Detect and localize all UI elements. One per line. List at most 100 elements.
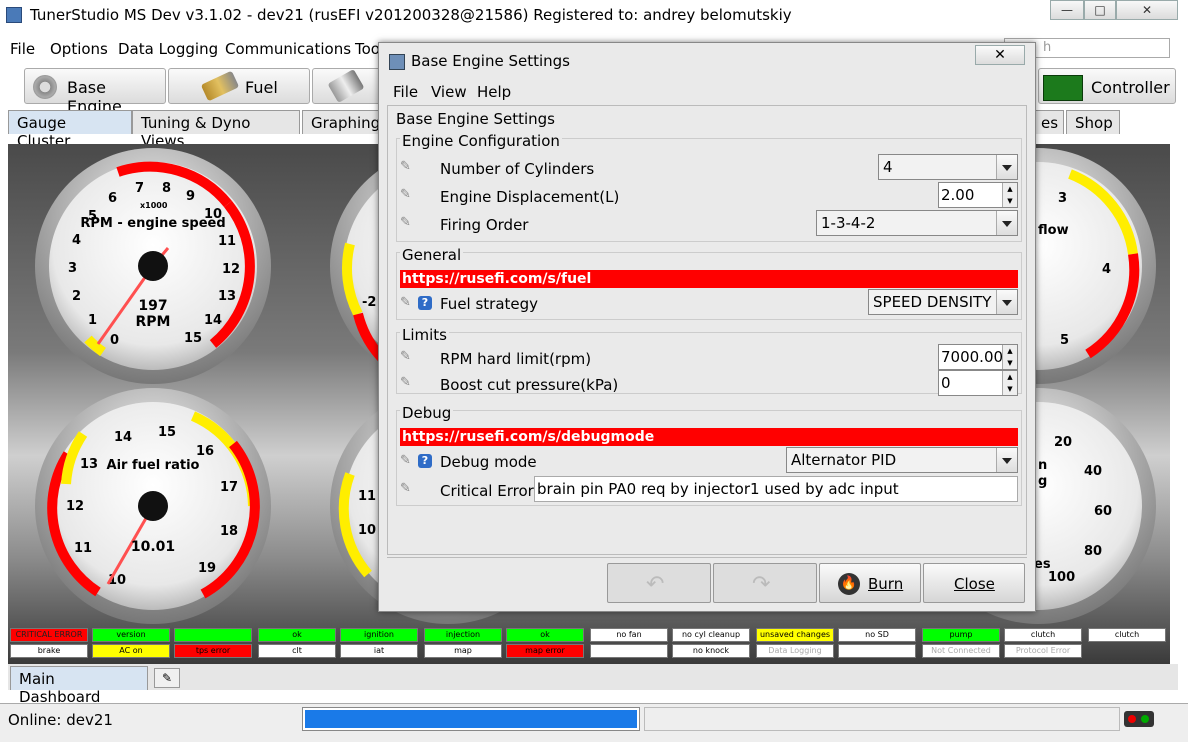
debug-doc-link[interactable]: https://rusefi.com/s/debugmode	[400, 428, 1018, 446]
help-icon[interactable]: ?	[418, 296, 432, 310]
indicator: clutch	[1088, 628, 1166, 642]
decrement-icon[interactable]: ▼	[1002, 357, 1017, 369]
maximize-button[interactable]: □	[1084, 0, 1116, 20]
close-button[interactable]: ✕	[1116, 0, 1178, 20]
burn-label: Burn	[868, 575, 904, 593]
afr-tick: 13	[80, 457, 98, 472]
undo-icon: ↶	[646, 572, 665, 597]
tab-main-dashboard[interactable]: Main Dashboard	[10, 666, 148, 706]
dialog-menu-help[interactable]: Help	[477, 83, 511, 101]
right-bottom-tick: 80	[1084, 544, 1102, 559]
increment-icon[interactable]: ▲	[1002, 183, 1017, 195]
fuel-button[interactable]: Fuel	[168, 68, 310, 104]
tab-es[interactable]: es	[1032, 110, 1064, 134]
spark-plug-icon	[327, 68, 365, 104]
debug-mode-select[interactable]: Alternator PID	[786, 447, 1018, 473]
dialog-menu-view[interactable]: View	[431, 83, 467, 101]
right-top-tick: 3	[1058, 191, 1067, 206]
help-icon[interactable]: ?	[418, 454, 432, 468]
indicator: Protocol Error	[1004, 644, 1082, 658]
decrement-icon[interactable]: ▼	[1002, 383, 1017, 395]
dialog-menu-file[interactable]: File	[393, 83, 418, 101]
general-title: General	[400, 246, 464, 264]
increment-icon[interactable]: ▲	[1002, 345, 1017, 357]
afr-gauge: 10 11 12 13 14 15 16 17 18 19 Air fuel r…	[35, 388, 271, 624]
dialog-close-button[interactable]: ✕	[975, 45, 1025, 65]
indicator: Not Connected	[922, 644, 1000, 658]
tab-tuning-dyno[interactable]: Tuning & Dyno Views	[132, 110, 300, 150]
indicator: brake	[10, 644, 88, 658]
rpm-tick: 9	[186, 189, 195, 204]
boost-cut-label: Boost cut pressure(kPa)	[440, 376, 619, 394]
rpm-tick: 3	[68, 261, 77, 276]
afr-tick: 19	[198, 561, 216, 576]
rpm-unit: RPM	[136, 314, 171, 330]
undo-button[interactable]: ↶	[607, 563, 711, 603]
indicator: no SD	[838, 628, 916, 642]
rpm-limit-stepper[interactable]: 7000.00 ▲ ▼	[938, 344, 1018, 370]
right-top-label: flow	[1038, 223, 1069, 238]
edit-icon: ✎	[400, 453, 411, 468]
edit-icon: ✎	[400, 159, 411, 174]
minimize-button[interactable]: —	[1050, 0, 1084, 20]
close-dialog-button[interactable]: Close	[923, 563, 1025, 603]
edit-icon: ✎	[400, 215, 411, 230]
tab-shop[interactable]: Shop	[1066, 110, 1120, 134]
firing-order-select[interactable]: 1-3-4-2	[816, 210, 1018, 236]
rpm-tick: 11	[218, 234, 236, 249]
critical-error-field[interactable]: brain pin PA0 req by injector1 used by a…	[534, 476, 1018, 502]
increment-icon[interactable]: ▲	[1002, 371, 1017, 383]
chevron-down-icon[interactable]	[996, 290, 1017, 314]
chevron-down-icon[interactable]	[996, 448, 1017, 472]
fuel-strategy-select[interactable]: SPEED DENSITY	[868, 289, 1018, 315]
decrement-icon[interactable]: ▼	[1002, 195, 1017, 207]
fuel-doc-link[interactable]: https://rusefi.com/s/fuel	[400, 270, 1018, 288]
menu-options[interactable]: Options	[50, 40, 108, 58]
mid-bottom-tick: 11	[358, 489, 376, 504]
indicator: injection	[424, 628, 502, 642]
rpm-gauge-label: RPM - engine speed	[80, 216, 225, 231]
cylinders-select[interactable]: 4	[878, 154, 1018, 180]
displacement-value: 2.00	[941, 186, 975, 204]
fuel-label: Fuel	[245, 78, 278, 97]
burn-button[interactable]: 🔥 Burn	[819, 563, 921, 603]
firing-order-value: 1-3-4-2	[821, 214, 876, 232]
base-engine-button[interactable]: Base Engine	[24, 68, 166, 116]
mid-top-tick: -2	[362, 295, 376, 310]
displacement-stepper[interactable]: 2.00 ▲ ▼	[938, 182, 1018, 208]
indicator: pump	[922, 628, 1000, 642]
edit-dashboard-icon[interactable]: ✎	[154, 668, 180, 688]
indicator: ignition	[340, 628, 418, 642]
menu-data-logging[interactable]: Data Logging	[118, 40, 218, 58]
rpm-tick: 8	[162, 181, 171, 196]
rpm-multiplier: x1000	[140, 201, 168, 210]
dialog-icon	[389, 54, 405, 70]
debug-mode-label: Debug mode	[440, 453, 537, 471]
redo-button[interactable]: ↷	[713, 563, 817, 603]
menu-communications[interactable]: Communications	[225, 40, 351, 58]
tab-gauge-cluster[interactable]: Gauge Cluster	[8, 110, 132, 150]
injector-icon	[200, 70, 240, 102]
controller-button[interactable]: Controller	[1038, 68, 1176, 104]
close-label: Close	[954, 575, 995, 593]
menu-tools[interactable]: Too	[355, 40, 380, 58]
menu-file[interactable]: File	[10, 40, 35, 58]
edit-icon: ✎	[400, 295, 411, 310]
afr-tick: 17	[220, 480, 238, 495]
indicator	[838, 644, 916, 658]
mid-bottom-tick: 10	[358, 523, 376, 538]
rpm-tick: 1	[88, 313, 97, 328]
ignition-button[interactable]	[312, 68, 382, 104]
rpm-gauge-label-text: RPM - engine speed	[80, 216, 225, 231]
app-icon	[6, 7, 22, 23]
controller-board-icon	[1043, 75, 1083, 101]
search-placeholder: h	[1043, 40, 1052, 55]
displacement-label: Engine Displacement(L)	[440, 188, 620, 206]
chevron-down-icon[interactable]	[996, 211, 1017, 235]
chevron-down-icon[interactable]	[996, 155, 1017, 179]
controller-label: Controller	[1091, 78, 1170, 97]
redo-icon: ↷	[752, 572, 771, 597]
indicator: unsaved changes	[756, 628, 834, 642]
boost-cut-stepper[interactable]: 0 ▲ ▼	[938, 370, 1018, 396]
indicator: no knock	[672, 644, 750, 658]
